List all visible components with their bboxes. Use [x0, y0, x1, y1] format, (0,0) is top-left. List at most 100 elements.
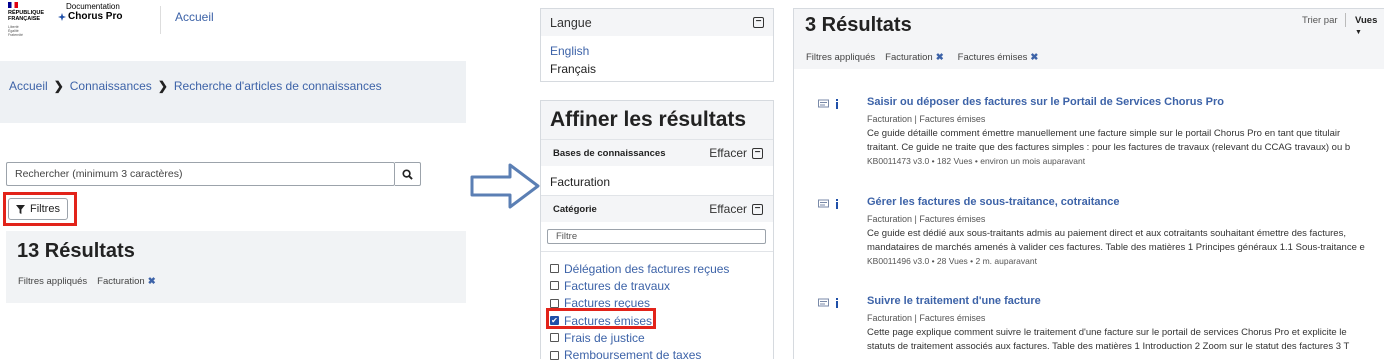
article-category: Facturation | Factures émises	[867, 313, 986, 323]
category-item-label: Délégation des factures reçues	[564, 261, 730, 276]
category-clear-label: Effacer	[709, 202, 747, 216]
search-button[interactable]	[395, 162, 421, 186]
chevron-right-icon: ❯	[53, 79, 64, 93]
checkbox[interactable]	[550, 298, 559, 308]
language-panel-header[interactable]: Langue −	[541, 9, 773, 36]
rf-motto: Liberté Égalité Fraternité	[8, 25, 60, 37]
refine-title: Affiner les résultats	[550, 108, 747, 131]
collapse-icon[interactable]: −	[752, 203, 763, 215]
breadcrumb-knowledge[interactable]: Connaissances	[70, 79, 152, 93]
views-label: Vues	[1355, 15, 1378, 26]
applied-filters-label: Filtres appliqués	[806, 52, 876, 63]
close-icon[interactable]: ✖	[148, 276, 156, 287]
article-description-line: Ce guide détaille comment émettre manuel…	[867, 128, 1341, 139]
right-applied-filters: Filtres appliqués Facturation ✖ Factures …	[806, 52, 1038, 63]
checkbox[interactable]	[550, 350, 559, 360]
category-item-label: Factures de travaux	[564, 278, 671, 293]
category-item[interactable]: Factures de travaux	[550, 277, 729, 294]
applied-filter-tag[interactable]: Facturation ✖	[97, 276, 156, 287]
filter-icon	[16, 204, 26, 214]
views-dropdown[interactable]: Vues ▼	[1355, 15, 1384, 37]
article-title-link[interactable]: Saisir ou déposer des factures sur le Po…	[867, 96, 1224, 108]
category-filter-placeholder: Filtre	[556, 231, 578, 242]
article-category: Facturation | Factures émises	[867, 214, 986, 224]
left-applied-filters: Filtres appliqués Facturation ✖	[18, 276, 156, 287]
article-description: Cette page explique comment suivre le tr…	[867, 326, 1349, 353]
category-section-header[interactable]: Catégorie Effacer −	[541, 195, 773, 222]
chorus-pro-title: Chorus Pro	[68, 11, 123, 22]
breadcrumb-home[interactable]: Accueil	[9, 79, 48, 93]
kb-value-facturation[interactable]: Facturation	[550, 175, 610, 189]
article-icon	[818, 99, 838, 109]
article-description-line: statuts de traitement associés aux factu…	[867, 340, 1350, 352]
applied-filter-tag-label: Facturation	[885, 52, 933, 63]
article-category: Facturation | Factures émises	[867, 114, 986, 124]
kb-section-header[interactable]: Bases de connaissances Effacer −	[541, 139, 773, 166]
category-section-label: Catégorie	[553, 203, 597, 215]
category-item-label: Remboursement de taxes	[564, 348, 702, 363]
checkbox[interactable]	[550, 264, 559, 274]
result-article: Suivre le traitement d'une facture Factu…	[818, 295, 1384, 359]
header-divider	[160, 6, 161, 34]
category-item-label: Frais de justice	[564, 330, 645, 345]
collapse-icon[interactable]: −	[752, 147, 763, 159]
collapse-icon[interactable]: −	[753, 17, 764, 28]
header-divider	[1345, 13, 1346, 27]
result-article: Gérer les factures de sous-traitance, co…	[818, 196, 1384, 276]
language-option-french[interactable]: Français	[550, 62, 596, 76]
category-filter-input[interactable]: Filtre	[547, 229, 766, 244]
breadcrumb: Accueil ❯ Connaissances ❯ Recherche d'ar…	[9, 79, 382, 93]
checkbox[interactable]	[550, 333, 559, 343]
close-icon[interactable]: ✖	[936, 52, 944, 63]
article-description: Ce guide détaille comment émettre manuel…	[867, 127, 1350, 154]
article-info: KB0011496 v3.0 • 28 Vues • 2 m. auparava…	[867, 256, 1037, 266]
rf-logo-line-2: FRANÇAISE	[8, 16, 41, 22]
search-icon	[402, 168, 413, 180]
result-article: Saisir ou déposer des factures sur le Po…	[818, 96, 1384, 176]
checkbox[interactable]	[550, 281, 559, 291]
home-link[interactable]: Accueil	[175, 10, 214, 24]
language-option-english[interactable]: English	[550, 44, 589, 58]
filters-button-label: Filtres	[30, 203, 60, 215]
article-description-line: Ce guide est dédié aux sous-traitants ad…	[867, 228, 1346, 239]
language-panel-title: Langue	[550, 15, 592, 30]
arrow-right-icon	[470, 163, 540, 209]
marianne-flag-icon	[8, 2, 18, 8]
chevron-right-icon: ❯	[157, 79, 168, 93]
category-list-divider	[541, 251, 773, 252]
search-placeholder: Rechercher (minimum 3 caractères)	[15, 168, 183, 180]
filters-button[interactable]: Filtres	[8, 198, 68, 220]
applied-filters-label: Filtres appliqués	[18, 276, 88, 287]
category-clear-button[interactable]: Effacer −	[709, 202, 763, 216]
factures-emises-highlight-box	[546, 308, 656, 329]
sort-dropdown[interactable]: Trier par	[1302, 15, 1338, 26]
article-description-line: mandataires de marchés amenés à valider …	[867, 241, 1365, 253]
kb-section-label: Bases de connaissances	[553, 147, 666, 159]
article-icon	[818, 199, 838, 209]
kb-clear-label: Effacer	[709, 146, 747, 160]
rf-motto-line-3: Fraternité	[8, 33, 23, 37]
article-title-link[interactable]: Gérer les factures de sous-traitance, co…	[867, 196, 1120, 208]
article-info: KB0011473 v3.0 • 182 Vues • environ un m…	[867, 156, 1086, 166]
category-item[interactable]: Frais de justice	[550, 329, 729, 346]
article-description-line: Cette page explique comment suivre le tr…	[867, 327, 1347, 338]
breadcrumb-search-articles[interactable]: Recherche d'articles de connaissances	[174, 79, 382, 93]
left-screenshot-panel: RÉPUBLIQUE FRANÇAISE Liberté Égalité Frate…	[0, 0, 466, 359]
article-icon	[818, 298, 838, 308]
article-description-line: traitant. Ce guide ne traite que des fac…	[867, 141, 1351, 153]
category-item[interactable]: Remboursement de taxes	[550, 346, 729, 363]
category-item[interactable]: Délégation des factures reçues	[550, 260, 729, 277]
republique-francaise-logo[interactable]: RÉPUBLIQUE FRANÇAISE Liberté Égalité Frate…	[8, 2, 60, 38]
applied-filter-tag[interactable]: Factures émises ✖	[958, 52, 1039, 63]
chevron-down-icon: ▼	[1355, 29, 1362, 36]
article-description: Ce guide est dédié aux sous-traitants ad…	[867, 227, 1365, 254]
chorus-pro-logo[interactable]: Documentation Chorus Pro	[58, 2, 122, 22]
kb-clear-button[interactable]: Effacer −	[709, 146, 763, 160]
left-results-title: 13 Résultats	[17, 240, 135, 262]
applied-filter-tag[interactable]: Facturation ✖	[885, 52, 944, 63]
close-icon[interactable]: ✖	[1030, 52, 1038, 63]
article-title-link[interactable]: Suivre le traitement d'une facture	[867, 295, 1041, 307]
search-input[interactable]: Rechercher (minimum 3 caractères)	[6, 162, 395, 186]
applied-filter-tag-label: Facturation	[97, 276, 145, 287]
applied-filter-tag-label: Factures émises	[957, 52, 1028, 63]
